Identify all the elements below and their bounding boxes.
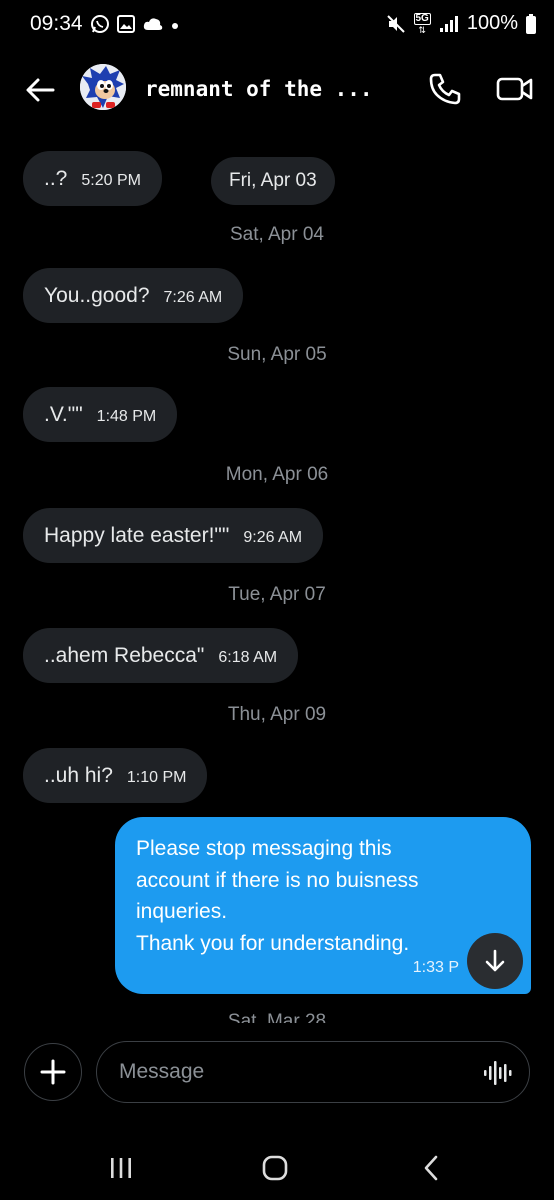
incoming-message[interactable]: ..uh hi? 1:10 PM xyxy=(23,748,208,803)
message-time: 1:10 PM xyxy=(126,768,187,786)
system-nav-bar xyxy=(0,1130,554,1200)
message-input[interactable] xyxy=(96,1041,530,1103)
battery-percent: 100% xyxy=(466,12,518,34)
back-icon[interactable] xyxy=(420,1154,442,1182)
date-separator: Sat, Apr 04 xyxy=(229,224,324,245)
message-time: 1:48 PM xyxy=(96,407,157,425)
incoming-message[interactable]: You..good? 7:26 AM xyxy=(23,268,244,323)
date-separator: Mon, Apr 06 xyxy=(225,464,329,485)
recents-icon[interactable] xyxy=(108,1156,134,1180)
message-text: .V."" xyxy=(44,402,83,426)
cloud-icon xyxy=(143,18,163,30)
voice-message-icon[interactable] xyxy=(480,1058,516,1088)
whatsapp-icon xyxy=(91,15,109,33)
message-text: ..ahem Rebecca" xyxy=(44,643,205,667)
notification-icons xyxy=(90,14,180,34)
gallery-icon xyxy=(117,15,135,33)
message-time: 6:18 AM xyxy=(218,648,278,666)
date-chip: Fri, Apr 03 xyxy=(211,157,335,205)
composer xyxy=(0,1038,554,1108)
network-badge: 5G ⇅ xyxy=(413,12,431,35)
scroll-to-bottom-button[interactable] xyxy=(467,933,523,989)
message-time: 7:26 AM xyxy=(163,288,223,306)
message-text: Please stop messaging this account if th… xyxy=(136,837,419,955)
home-icon[interactable] xyxy=(262,1155,288,1181)
add-attachment-button[interactable] xyxy=(24,1043,82,1101)
status-right: 5G ⇅ 100% xyxy=(386,12,536,35)
message-time: 9:26 AM xyxy=(243,528,303,546)
chat-title[interactable]: remnant of the ... xyxy=(145,77,373,101)
arrow-down-icon xyxy=(485,949,505,972)
message-time: 1:33 P xyxy=(412,959,459,976)
message-text: ..? xyxy=(44,166,68,190)
chat-header: remnant of the ... xyxy=(0,52,554,128)
date-separator: Sun, Apr 05 xyxy=(227,344,327,365)
status-bar: 09:34 5G ⇅ 100% xyxy=(0,0,554,52)
message-time: 5:20 PM xyxy=(81,171,141,189)
status-time: 09:34 xyxy=(30,12,83,35)
signal-icon xyxy=(439,15,458,32)
network-label: 5G xyxy=(413,12,431,25)
battery-icon xyxy=(526,13,536,34)
message-text: You..good? xyxy=(44,283,150,307)
incoming-message[interactable]: Happy late easter!"" 9:26 AM xyxy=(23,508,324,563)
date-separator: Thu, Apr 09 xyxy=(227,704,327,725)
video-camera-icon[interactable] xyxy=(494,68,536,110)
incoming-message[interactable]: ..? 5:20 PM xyxy=(23,151,162,206)
message-text: Happy late easter!"" xyxy=(44,523,230,547)
back-arrow-icon[interactable] xyxy=(22,72,58,108)
data-arrows-icon: ⇅ xyxy=(418,24,426,35)
plus-icon xyxy=(40,1059,66,1085)
mute-icon xyxy=(386,14,405,33)
sonic-avatar-icon xyxy=(80,64,126,110)
message-text: ..uh hi? xyxy=(44,763,113,787)
incoming-message[interactable]: ..ahem Rebecca" 6:18 AM xyxy=(23,628,299,683)
date-separator-partial: Sat, Mar 28 xyxy=(227,1011,327,1023)
phone-icon[interactable] xyxy=(424,68,466,110)
avatar[interactable] xyxy=(80,64,126,110)
dot-icon xyxy=(172,23,178,29)
incoming-message[interactable]: .V."" 1:48 PM xyxy=(23,387,178,442)
date-separator: Tue, Apr 07 xyxy=(228,584,326,605)
